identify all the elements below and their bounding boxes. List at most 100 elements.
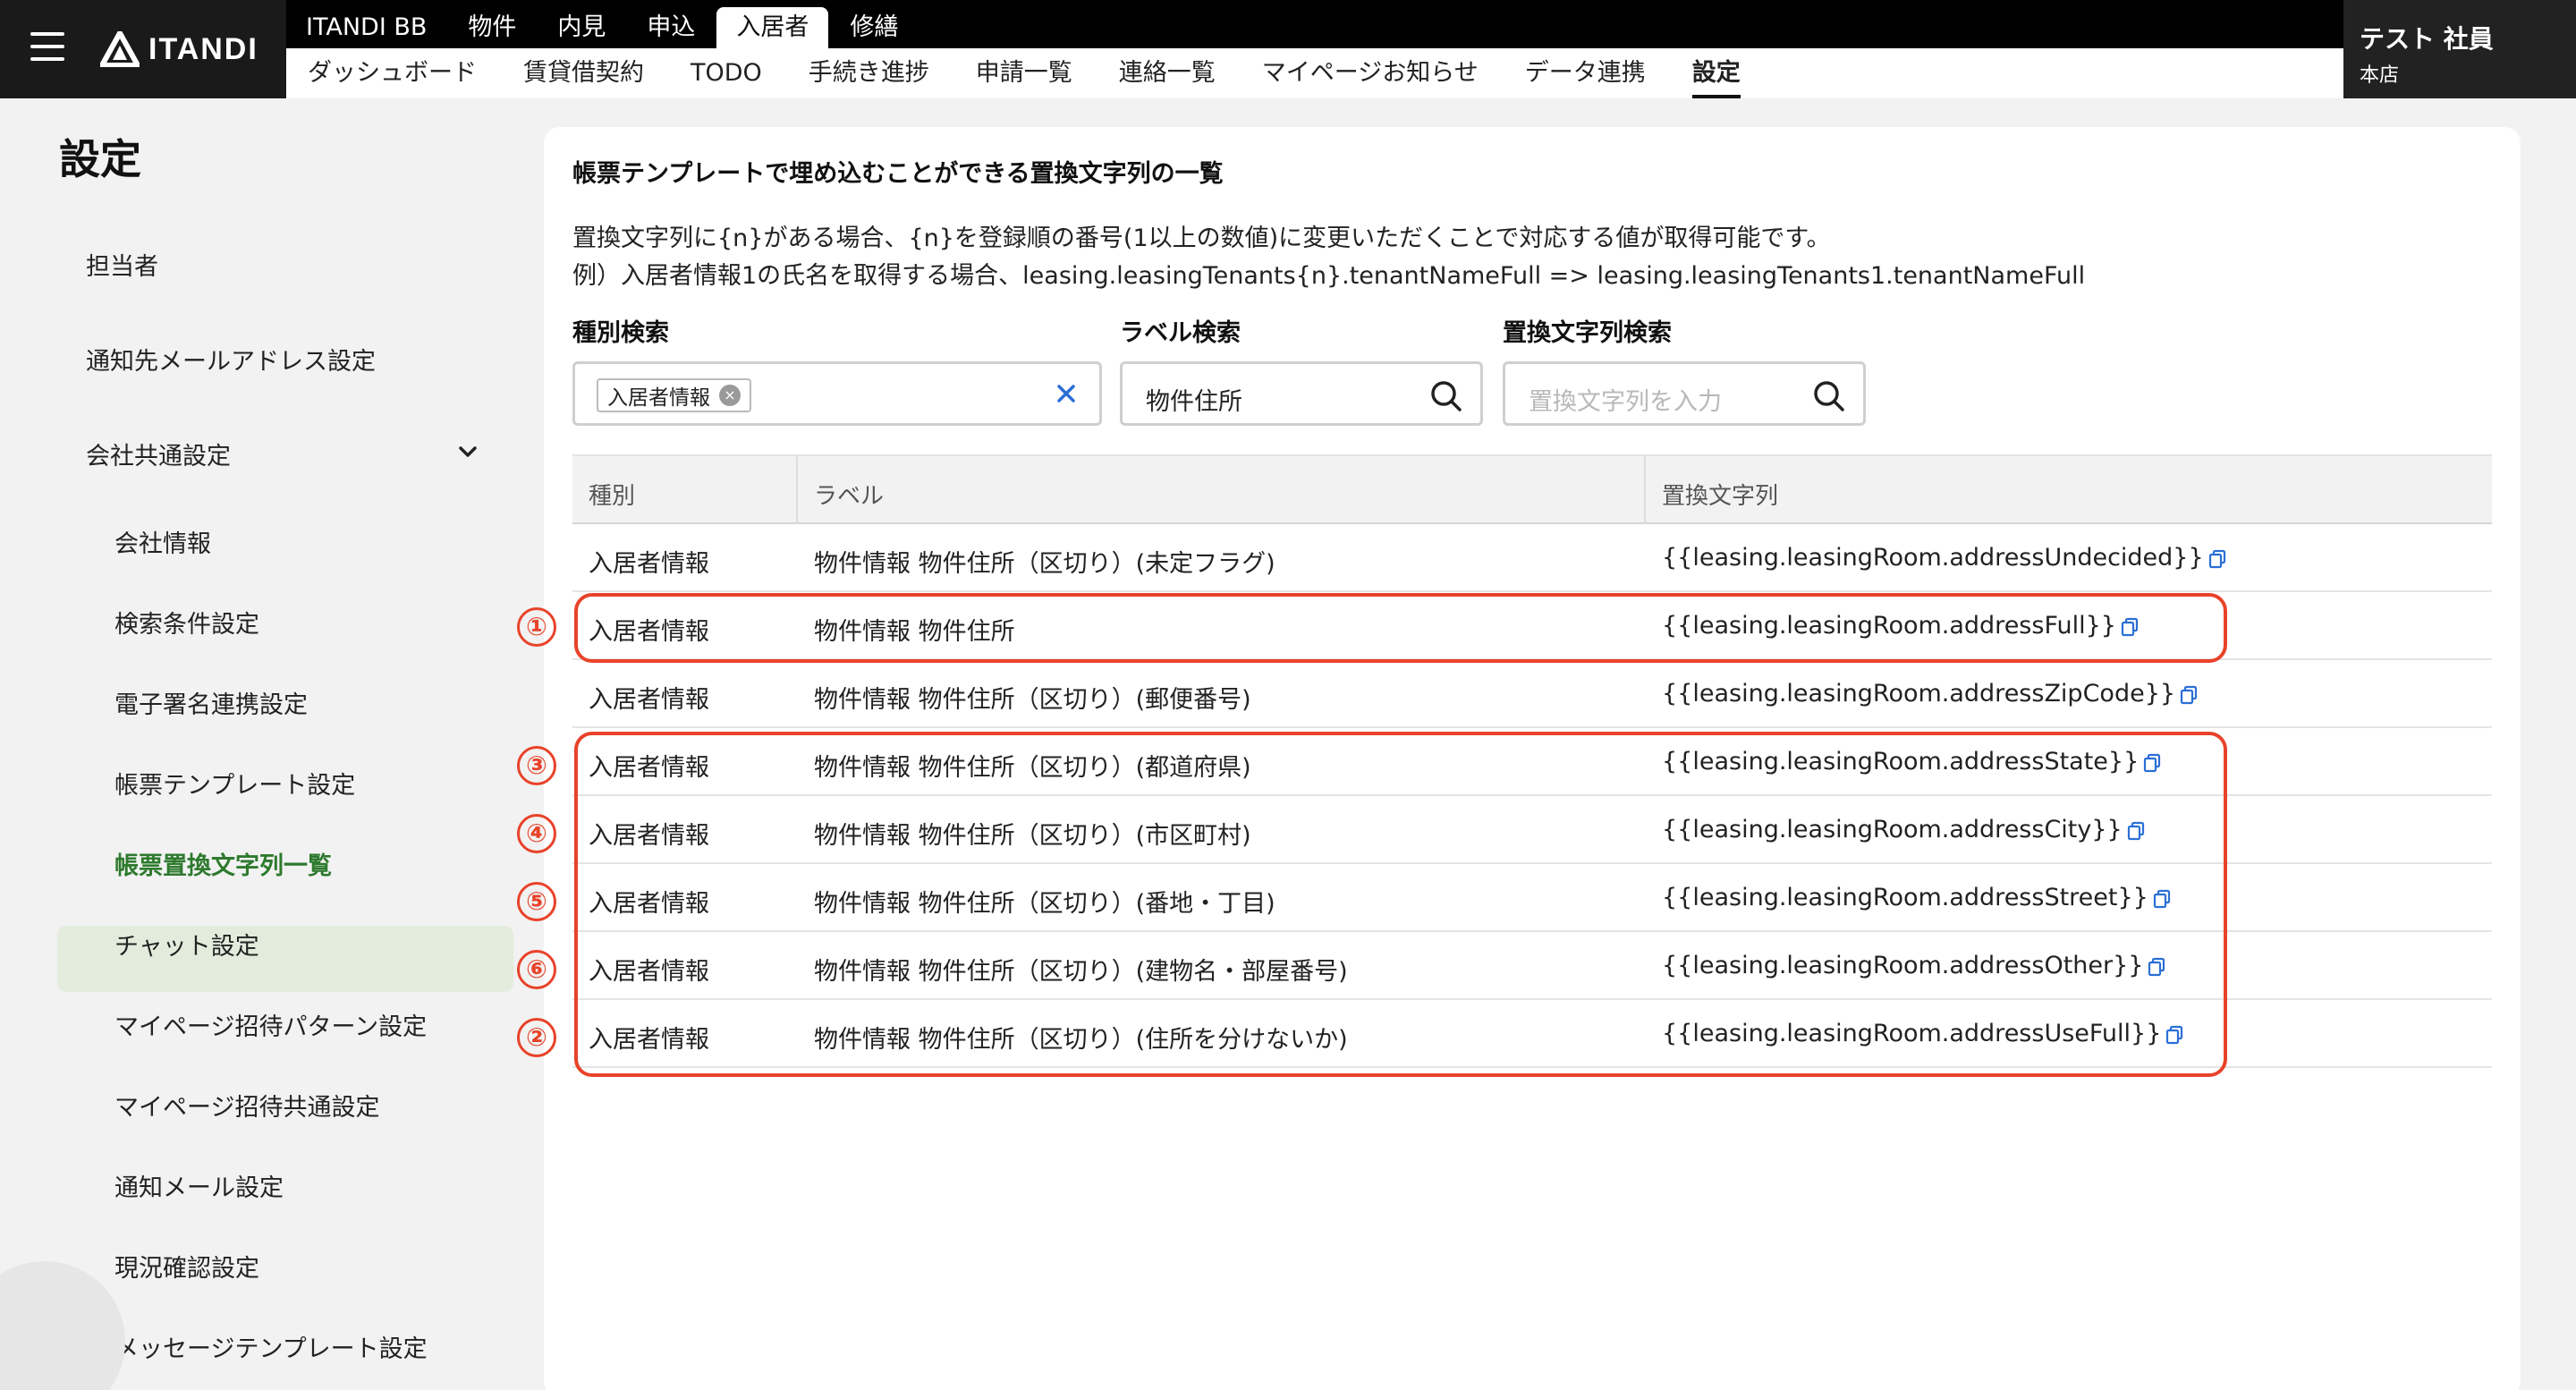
subtab-todo[interactable]: TODO xyxy=(691,48,762,98)
subtab-requests[interactable]: 申請一覧 xyxy=(976,48,1072,98)
copy-icon[interactable] xyxy=(2142,753,2162,773)
table-row: 入居者情報 物件情報 物件住所（区切り）(市区町村) {{leasing.leasi… xyxy=(572,796,2492,864)
replacement-string-text: {{leasing.leasingRoom.addressStreet}} xyxy=(1662,884,2148,911)
copy-icon[interactable] xyxy=(2179,685,2199,705)
user-branch: 本店 xyxy=(2360,64,2400,87)
sidebar-item-notify-email[interactable]: 通知先メールアドレス設定 xyxy=(86,342,376,377)
cell-replacement-string: {{leasing.leasingRoom.addressState}} xyxy=(1662,748,2162,776)
tab-repair[interactable]: 修繕 xyxy=(830,7,918,48)
table-header: 種別 ラベル 置換文字列 xyxy=(572,454,2492,524)
subtab-data-link[interactable]: データ連携 xyxy=(1525,48,1646,98)
subtab-progress[interactable]: 手続き進捗 xyxy=(809,48,929,98)
sidebar-item-chat[interactable]: チャット設定 xyxy=(114,927,259,962)
type-filter-select[interactable]: 入居者情報 × xyxy=(572,361,1102,426)
tab-application[interactable]: 申込 xyxy=(627,7,715,48)
sidebar-item-status-check[interactable]: 現況確認設定 xyxy=(114,1249,259,1284)
column-divider xyxy=(1644,456,1646,524)
sidebar-item-company-common[interactable]: 会社共通設定 xyxy=(86,436,231,471)
replacement-string-text: {{leasing.leasingRoom.addressState}} xyxy=(1662,748,2140,776)
replacement-string-text: {{leasing.leasingRoom.addressFull}} xyxy=(1662,612,2116,640)
clear-icon[interactable] xyxy=(1053,380,1080,407)
type-filter-chip-label: 入居者情報 xyxy=(607,386,710,410)
copy-icon[interactable] xyxy=(2126,821,2146,841)
cell-label: 物件情報 物件住所 xyxy=(814,618,1015,646)
user-name: テスト 社員 xyxy=(2360,24,2494,54)
column-header-type: 種別 xyxy=(589,483,636,510)
sidebar-item-staff[interactable]: 担当者 xyxy=(86,247,158,282)
copy-icon[interactable] xyxy=(2152,889,2172,909)
table-row: 入居者情報 物件情報 物件住所（区切り）(住所を分けないか) {{leasing.l… xyxy=(572,1000,2492,1068)
label-search-input[interactable]: 物件住所 xyxy=(1120,361,1483,426)
cell-label: 物件情報 物件住所（区切り）(住所を分けないか) xyxy=(814,1026,1348,1054)
user-menu[interactable]: テスト 社員 本店 xyxy=(2343,0,2576,98)
sidebar-item-notify-mail[interactable]: 通知メール設定 xyxy=(114,1168,284,1203)
tab-tenant[interactable]: 入居者 xyxy=(716,7,829,48)
logo-text: ITANDI xyxy=(148,31,258,66)
annotation-marker: ② xyxy=(517,1018,556,1057)
cell-type: 入居者情報 xyxy=(589,754,709,782)
table-row: 入居者情報 物件情報 物件住所（区切り）(建物名・部屋番号) {{leasing.l… xyxy=(572,932,2492,1000)
replacement-string-text: {{leasing.leasingRoom.addressUseFull}} xyxy=(1662,1020,2162,1047)
chip-remove-icon[interactable]: × xyxy=(719,385,741,406)
subtab-contacts[interactable]: 連絡一覧 xyxy=(1119,48,1216,98)
search-icon[interactable] xyxy=(1811,378,1847,414)
search-icon[interactable] xyxy=(1428,378,1464,414)
copy-icon[interactable] xyxy=(2120,617,2140,637)
cell-replacement-string: {{leasing.leasingRoom.addressCity}} xyxy=(1662,816,2146,843)
description-line-2: 例）入居者情報1の氏名を取得する場合、leasing.leasingTenant… xyxy=(572,262,2086,290)
sidebar-item-search-conditions[interactable]: 検索条件設定 xyxy=(114,605,259,640)
cell-type: 入居者情報 xyxy=(589,550,709,578)
sidebar-item-mypage-invite-pattern[interactable]: マイページ招待パターン設定 xyxy=(114,1007,427,1042)
menu-icon[interactable] xyxy=(30,32,64,61)
sidebar-item-esign[interactable]: 電子署名連携設定 xyxy=(114,685,308,720)
copy-icon[interactable] xyxy=(2147,957,2166,977)
sidebar-item-message-template[interactable]: メッセージテンプレート設定 xyxy=(114,1329,428,1364)
cell-replacement-string: {{leasing.leasingRoom.addressFull}} xyxy=(1662,612,2140,640)
page-heading: 帳票テンプレートで埋め込むことができる置換文字列の一覧 xyxy=(572,160,1224,188)
replacement-string-text: {{leasing.leasingRoom.addressOther}} xyxy=(1662,952,2144,979)
annotation-marker: ⑥ xyxy=(517,950,556,989)
annotation-marker: ⑤ xyxy=(517,882,556,921)
copy-icon[interactable] xyxy=(2165,1025,2184,1045)
sidebar-item-company-info[interactable]: 会社情報 xyxy=(114,524,211,559)
tab-viewing[interactable]: 内見 xyxy=(538,7,625,48)
table-body: 入居者情報 物件情報 物件住所（区切り）(未定フラグ) {{leasing.leas… xyxy=(572,524,2492,1068)
subtab-mypage-news[interactable]: マイページお知らせ xyxy=(1262,48,1479,98)
settings-sidebar: 設定 担当者 通知先メールアドレス設定 会社共通設定 会社情報 検索条件設定 電… xyxy=(0,98,544,1390)
itandi-logo[interactable]: ITANDI xyxy=(100,27,258,72)
tab-itandi-bb[interactable]: ITANDI BB xyxy=(286,7,446,48)
cell-type: 入居者情報 xyxy=(589,686,709,714)
cell-replacement-string: {{leasing.leasingRoom.addressUseFull}} xyxy=(1662,1020,2184,1047)
description-line-1: 置換文字列に{n}がある場合、{n}を登録順の番号(1以上の数値)に変更いただく… xyxy=(572,225,1831,252)
string-search-input[interactable]: 置換文字列を入力 xyxy=(1503,361,1866,426)
sidebar-item-mypage-invite-common[interactable]: マイページ招待共通設定 xyxy=(114,1088,379,1123)
replacement-string-text: {{leasing.leasingRoom.addressCity}} xyxy=(1662,816,2123,843)
table-row: 入居者情報 物件情報 物件住所（区切り）(都道府県) {{leasing.leasi… xyxy=(572,728,2492,796)
table-row: 入居者情報 物件情報 物件住所（区切り）(未定フラグ) {{leasing.leas… xyxy=(572,524,2492,592)
table-row: 入居者情報 物件情報 物件住所（区切り）(郵便番号) {{leasing.leasi… xyxy=(572,660,2492,728)
top-header: ITANDI ITANDI BB 物件 内見 申込 入居者 修繕 ダッシュボード… xyxy=(0,0,2576,98)
cell-label: 物件情報 物件住所（区切り）(番地・丁目) xyxy=(814,890,1275,918)
logo-mark-icon xyxy=(100,31,140,67)
sidebar-item-form-template[interactable]: 帳票テンプレート設定 xyxy=(114,766,355,801)
copy-icon[interactable] xyxy=(2207,549,2227,569)
chevron-down-icon[interactable] xyxy=(454,438,481,465)
tab-property[interactable]: 物件 xyxy=(448,7,536,48)
string-search-placeholder: 置換文字列を入力 xyxy=(1529,388,1722,416)
subtab-settings[interactable]: 設定 xyxy=(1691,48,1741,98)
cell-type: 入居者情報 xyxy=(589,1026,709,1054)
subtab-lease-contract[interactable]: 賃貸借契約 xyxy=(523,48,644,98)
annotation-marker: ① xyxy=(517,607,556,647)
cell-label: 物件情報 物件住所（区切り）(都道府県) xyxy=(814,754,1251,782)
column-header-string: 置換文字列 xyxy=(1662,483,1779,510)
main-panel: 帳票テンプレートで埋め込むことができる置換文字列の一覧 置換文字列に{n}がある… xyxy=(517,127,2521,1390)
replacement-string-text: {{leasing.leasingRoom.addressUndecided}} xyxy=(1662,544,2204,572)
subtab-dashboard[interactable]: ダッシュボード xyxy=(308,48,477,98)
annotation-marker: ④ xyxy=(517,814,556,853)
sub-tabs: ダッシュボード 賃貸借契約 TODO 手続き進捗 申請一覧 連絡一覧 マイページ… xyxy=(286,48,2343,98)
sidebar-title: 設定 xyxy=(59,135,141,183)
floating-help-button[interactable] xyxy=(0,1261,125,1390)
sidebar-item-replacement-strings[interactable]: 帳票置換文字列一覧 xyxy=(114,846,332,881)
label-search-value: 物件住所 xyxy=(1146,388,1242,416)
replacement-string-text: {{leasing.leasingRoom.addressZipCode}} xyxy=(1662,680,2176,708)
